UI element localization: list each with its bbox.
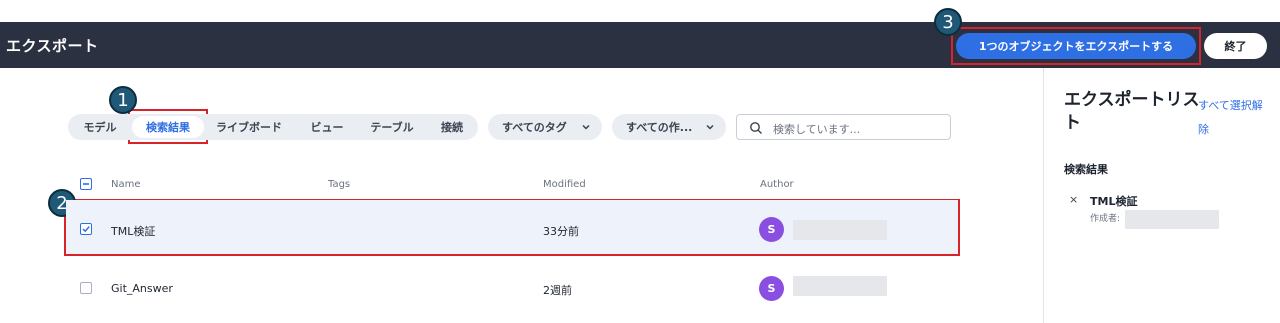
check-icon xyxy=(82,226,90,233)
search-icon xyxy=(750,122,762,134)
creator-filter-label: すべての作... xyxy=(626,121,693,134)
tags-filter-dropdown[interactable]: すべてのタグ xyxy=(488,114,602,140)
export-list-section-title: 検索結果 xyxy=(1064,163,1108,176)
column-header-modified[interactable]: Modified xyxy=(543,179,586,190)
column-header-author[interactable]: Author xyxy=(760,179,794,190)
tab-models[interactable]: モデル xyxy=(72,114,128,140)
row-checkbox[interactable] xyxy=(80,282,92,294)
page-title: エクスポート xyxy=(6,37,99,55)
object-type-tabs: モデル 検索結果 ライブボード ビュー テーブル 接続 xyxy=(68,114,478,140)
column-header-tags[interactable]: Tags xyxy=(328,179,350,190)
row-name[interactable]: Git_Answer xyxy=(111,282,173,295)
select-all-checkbox[interactable] xyxy=(80,178,92,190)
tab-search-results[interactable]: 検索結果 xyxy=(132,116,204,138)
tab-connections[interactable]: 接続 xyxy=(428,114,476,140)
tab-views[interactable]: ビュー xyxy=(296,114,358,140)
tab-liveboards[interactable]: ライブボード xyxy=(208,114,290,140)
done-button[interactable]: 終了 xyxy=(1204,33,1267,59)
chevron-down-icon xyxy=(582,124,590,130)
export-list-panel: エクスポートリスト すべて選択解除 検索結果 × TML検証 作成者: xyxy=(1043,68,1280,323)
chevron-down-icon xyxy=(706,124,714,130)
row-modified: 33分前 xyxy=(543,225,579,238)
export-list-item-author-label: 作成者: xyxy=(1090,214,1121,224)
redacted-author-name xyxy=(1125,210,1219,229)
minus-icon xyxy=(83,183,89,185)
export-list-item-name: TML検証 xyxy=(1090,195,1138,208)
avatar: S xyxy=(759,217,784,242)
avatar: S xyxy=(759,276,784,301)
column-header-name[interactable]: Name xyxy=(111,179,141,190)
annotation-marker-1: 1 xyxy=(109,86,137,114)
tags-filter-label: すべてのタグ xyxy=(502,121,567,134)
tab-tables[interactable]: テーブル xyxy=(360,114,424,140)
export-list-title: エクスポートリスト xyxy=(1064,90,1200,133)
creator-filter-dropdown[interactable]: すべての作... xyxy=(612,114,726,140)
row-checkbox[interactable] xyxy=(80,223,92,235)
redacted-author-name xyxy=(793,220,887,240)
highlight-box-export-button xyxy=(951,27,1201,65)
row-modified: 2週前 xyxy=(543,284,572,297)
search-input[interactable]: 検索しています... xyxy=(736,114,951,140)
row-name[interactable]: TML検証 xyxy=(111,223,155,239)
search-placeholder: 検索しています... xyxy=(773,123,861,136)
redacted-author-name xyxy=(793,276,887,296)
remove-item-button[interactable]: × xyxy=(1069,193,1078,206)
deselect-all-link[interactable]: すべて選択解除 xyxy=(1198,94,1270,142)
top-strip xyxy=(0,0,1280,22)
annotation-marker-3: 3 xyxy=(934,8,962,36)
